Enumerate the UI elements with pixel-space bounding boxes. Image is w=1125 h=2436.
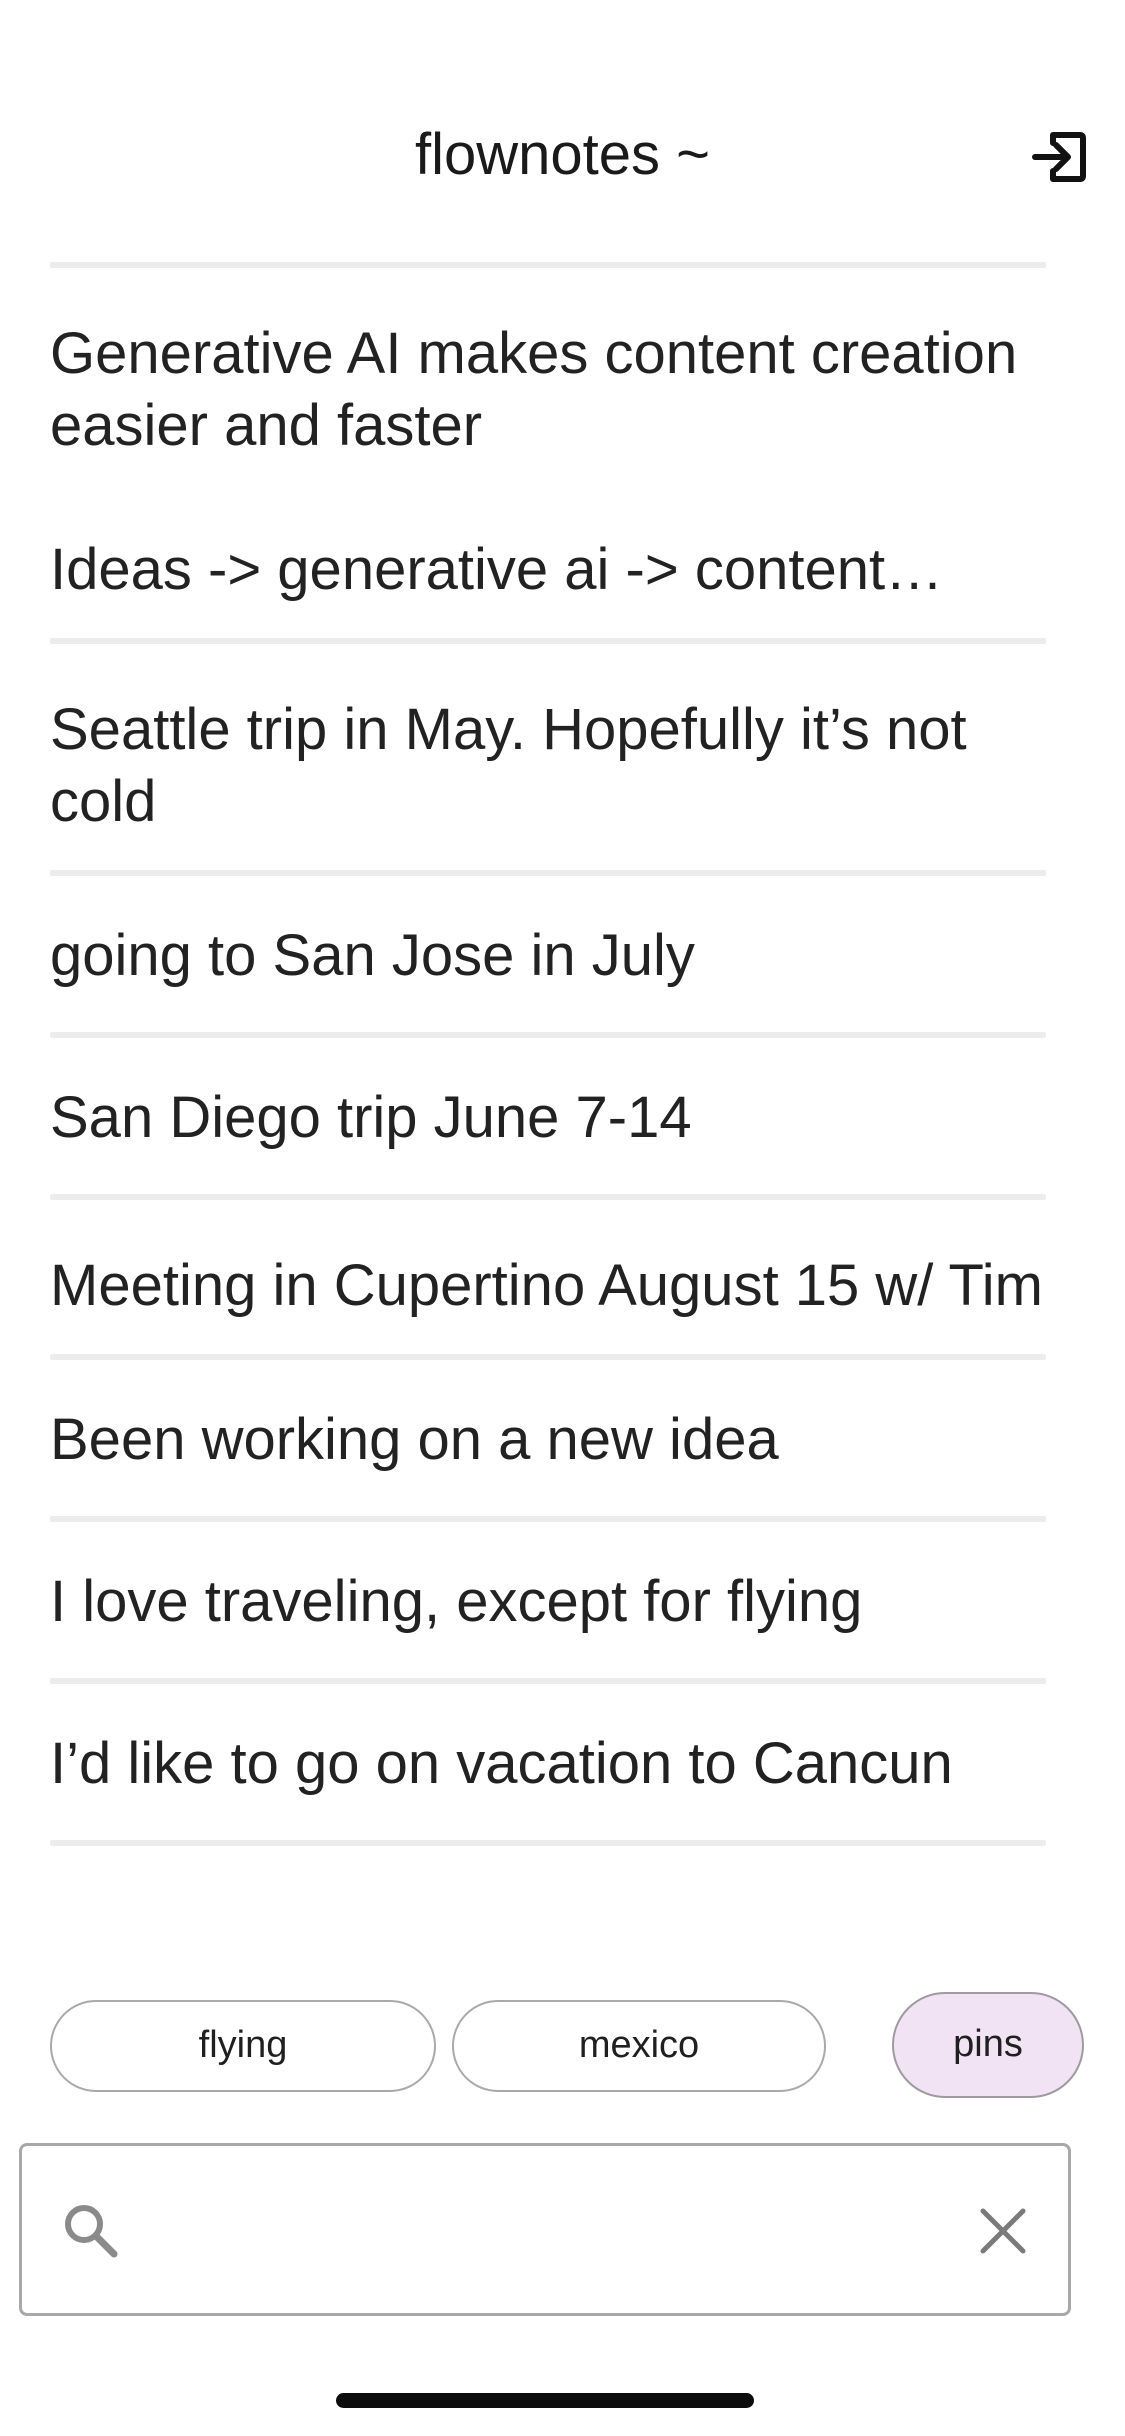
note-text: Generative AI makes content creation eas… [50,321,1018,458]
logout-icon [1032,132,1086,182]
note-item[interactable]: going to San Jose in July [50,876,1046,1032]
note-text: going to San Jose in July [50,923,695,988]
app-title: flownotes ~ [414,122,710,187]
note-preview: Ideas -> generative ai -> content… [50,537,944,602]
note-text: I’d like to go on vacation to Cancun [50,1731,953,1796]
search-icon [65,2205,118,2258]
note-item[interactable]: Meeting in Cupertino August 15 w/ Tim [50,1200,1046,1354]
note-text: I love traveling, except for flying [50,1569,863,1634]
note-item[interactable]: Generative AI makes content creation eas… [50,268,1046,638]
tag-chip-mexico[interactable]: mexico [452,2000,826,2092]
logout-button[interactable] [1030,128,1088,186]
note-item[interactable]: Seattle trip in May. Hopefully it’s not … [50,644,1046,870]
note-item[interactable]: I love traveling, except for flying [50,1522,1046,1678]
search-input[interactable] [152,2186,976,2278]
home-indicator [336,2393,754,2408]
note-item[interactable]: Been working on a new idea [50,1360,1046,1516]
tag-chip-pins[interactable]: pins [892,1992,1084,2098]
search-bar [19,2143,1071,2316]
divider [50,1840,1046,1846]
notes-list: Generative AI makes content creation eas… [50,262,1046,1846]
note-text: Seattle trip in May. Hopefully it’s not … [50,697,967,834]
close-icon[interactable] [978,2206,1028,2256]
tag-chips: flying mexico pins [50,1992,1090,2100]
note-item[interactable]: San Diego trip June 7-14 [50,1038,1046,1194]
note-text: Meeting in Cupertino August 15 w/ Tim [50,1253,1043,1318]
tag-chip-flying[interactable]: flying [50,2000,436,2092]
header: flownotes ~ [0,110,1125,200]
note-item[interactable]: I’d like to go on vacation to Cancun [50,1684,1046,1840]
note-text: San Diego trip June 7-14 [50,1085,692,1150]
note-text: Been working on a new idea [50,1407,779,1472]
